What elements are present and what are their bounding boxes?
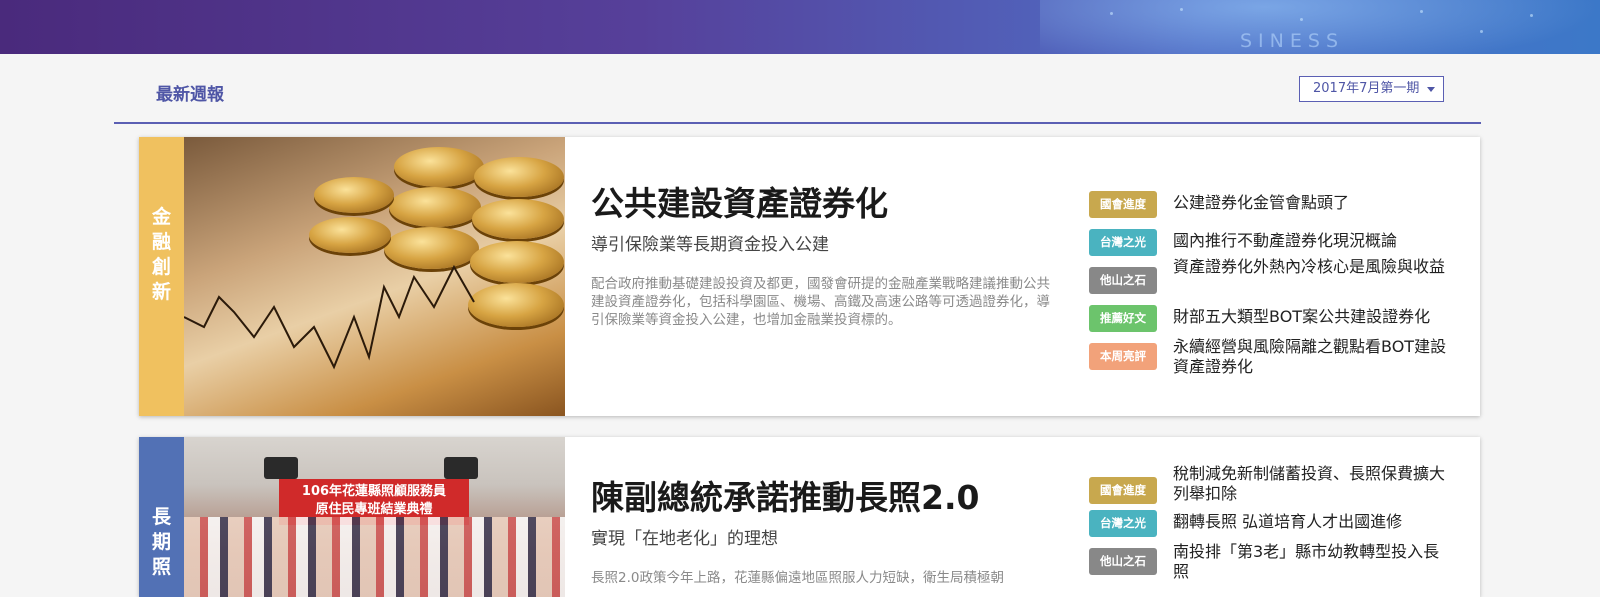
- article-subtitle: 實現「在地老化」的理想: [591, 529, 778, 549]
- speaker-graphic: [264, 457, 298, 479]
- article-content: 陳副總統承諾推動長照2.0 實現「在地老化」的理想 長照2.0政策今年上路，花蓮…: [591, 477, 1071, 587]
- article-image[interactable]: 106年花蓮縣照顧服務員 原住民專班結業典禮: [184, 437, 565, 597]
- article-title[interactable]: 陳副總統承諾推動長照2.0: [591, 477, 1071, 519]
- article-subtitle: 導引保險業等長期資金投入公建: [591, 235, 829, 255]
- issue-select[interactable]: 2017年7月第一期: [1299, 76, 1444, 102]
- speaker-graphic: [444, 457, 478, 479]
- related-link[interactable]: 資產證券化外熱內冷核心是風險與收益: [1173, 257, 1453, 277]
- banner-text: SINESS: [1240, 30, 1345, 52]
- tag-badge: 台灣之光: [1089, 510, 1157, 537]
- related-links: 國會進度 公建證券化金管會點頭了 台灣之光 國內推行不動產證券化現況概論 他山之…: [1089, 191, 1459, 381]
- related-links: 國會進度 稅制減免新制儲蓄投資、長照保費擴大列舉扣除 台灣之光 翻轉長照 弘道培…: [1089, 464, 1459, 586]
- article-card[interactable]: 長 期 照 106年花蓮縣照顧服務員 原住民專班結業典禮 陳副總統承諾推動長照2…: [139, 437, 1480, 597]
- related-link[interactable]: 國內推行不動產證券化現況概論: [1173, 231, 1453, 251]
- top-banner: SINESS: [0, 0, 1600, 54]
- article-description: 長照2.0政策今年上路，花蓮縣偏遠地區照服人力短缺，衛生局積極朝: [591, 570, 1004, 586]
- category-label: 金 融 創 新: [139, 137, 184, 416]
- related-link[interactable]: 財部五大類型BOT案公共建設證券化: [1173, 307, 1453, 327]
- stock-chart-graphic: [184, 264, 475, 370]
- article-content: 公共建設資產證券化 導引保險業等長期資金投入公建 配合政府推動基礎建設投資及都更…: [591, 183, 1071, 329]
- issue-select-value: 2017年7月第一期: [1313, 81, 1420, 96]
- related-item[interactable]: 他山之石 南投排「第3老」縣市幼教轉型投入長照: [1089, 542, 1459, 586]
- related-item[interactable]: 本周亮評 永續經營與風險隔離之觀點看BOT建設資產證券化: [1089, 337, 1459, 381]
- group-photo-people: [184, 517, 565, 597]
- related-item[interactable]: 他山之石 資產證券化外熱內冷核心是風險與收益: [1089, 257, 1459, 305]
- tag-badge: 推薦好文: [1089, 305, 1157, 332]
- related-link[interactable]: 永續經營與風險隔離之觀點看BOT建設資產證券化: [1173, 337, 1453, 377]
- section-title: 最新週報: [156, 85, 224, 105]
- related-link[interactable]: 公建證券化金管會點頭了: [1173, 193, 1453, 213]
- related-link[interactable]: 南投排「第3老」縣市幼教轉型投入長照: [1173, 542, 1453, 582]
- tag-badge: 國會進度: [1089, 477, 1157, 504]
- tag-badge: 國會進度: [1089, 191, 1157, 218]
- chevron-down-icon: [1427, 87, 1435, 92]
- category-label: 長 期 照: [139, 437, 184, 597]
- category-text: 金 融 創 新: [151, 206, 171, 303]
- tag-badge: 他山之石: [1089, 267, 1157, 294]
- article-title[interactable]: 公共建設資產證券化: [591, 183, 1071, 225]
- related-link[interactable]: 翻轉長照 弘道培育人才出國進修: [1173, 512, 1453, 532]
- related-item[interactable]: 國會進度 稅制減免新制儲蓄投資、長照保費擴大列舉扣除: [1089, 464, 1459, 510]
- related-item[interactable]: 國會進度 公建證券化金管會點頭了: [1089, 191, 1459, 229]
- related-link[interactable]: 稅制減免新制儲蓄投資、長照保費擴大列舉扣除: [1173, 464, 1453, 504]
- tag-badge: 本周亮評: [1089, 343, 1157, 370]
- tag-badge: 台灣之光: [1089, 229, 1157, 256]
- article-image[interactable]: [184, 137, 565, 416]
- category-text: 長 期 照: [151, 506, 171, 578]
- article-card[interactable]: 金 融 創 新 公共建設資產證券化 導引保險業等長期資金投入公建 配合政府推動基…: [139, 137, 1480, 416]
- tag-badge: 他山之石: [1089, 548, 1157, 575]
- article-description: 配合政府推動基礎建設投資及都更，國發會研提的金融產業戰略建議推動公共建設資產證券…: [591, 276, 1050, 328]
- section-header: 最新週報 2017年7月第一期: [114, 54, 1481, 124]
